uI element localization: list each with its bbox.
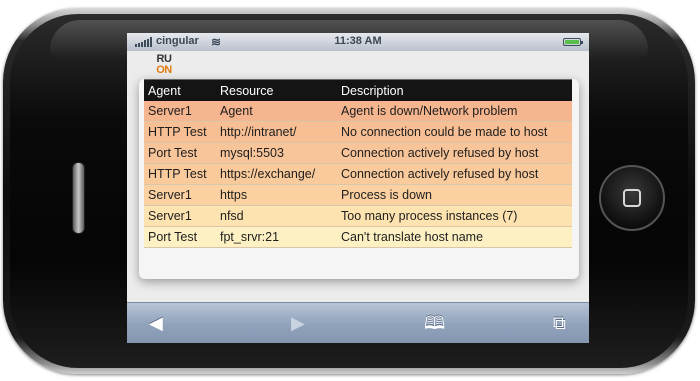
cell-description: Connection actively refused by host [337,142,572,164]
status-time: 11:38 AM [334,35,382,47]
column-header-resource[interactable]: Resource [216,79,337,101]
table-row[interactable]: Server1 Agent Agent is down/Network proble… [144,101,572,122]
alerts-panel: Agent Resource Description Server1 Agent A… [139,79,579,279]
home-square-icon [623,189,641,207]
cell-description: No connection could be made to host [337,121,572,143]
cell-agent: Server1 [144,101,216,122]
cell-resource: nfsd [216,205,337,227]
cell-description: Too many process instances (7) [337,205,572,227]
table-row[interactable]: HTTP Test http://intranet/No connection c… [144,121,572,143]
status-bar: cingular ≋ 11:38 AM [127,33,589,51]
table-row[interactable]: HTTP Test https://exchange/Connection act… [144,163,572,185]
cell-description: Process is down [337,184,572,206]
ruon-logo: RU ON [152,54,176,78]
home-button[interactable] [599,165,665,231]
cell-description: Connection actively refused by host [337,163,572,185]
column-header-agent[interactable]: Agent [144,79,216,101]
page-content: RU ON Agent Resource Description Server1… [127,51,589,302]
table-row[interactable]: Server1 nfsd Too many process instances (7… [144,205,572,227]
cell-agent: Port Test [144,142,216,164]
cell-description: Agent is down/Network problem [337,101,572,122]
back-arrow-icon[interactable]: ◀ [149,313,163,333]
cell-resource: mysql:5503 [216,142,337,164]
cell-agent: Server1 [144,184,216,206]
table-header-row: Agent Resource Description [144,79,572,101]
logo-line-2: ON [156,64,172,76]
table-row[interactable]: Port Test mysql:5503 Connection actively r… [144,142,572,164]
pages-icon[interactable]: ⧉ [553,313,566,333]
bookmarks-icon[interactable]: 🕮 [424,313,445,333]
cell-agent: Port Test [144,226,216,248]
column-header-description[interactable]: Description [337,79,572,101]
cell-resource: https [216,184,337,206]
earpiece-speaker [72,162,85,234]
table-row[interactable]: Server1 https Process is down [144,184,572,206]
cell-agent: HTTP Test [144,163,216,185]
table-row[interactable]: Port Test fpt_srvr:21 Can't translate host… [144,226,572,248]
cell-description: Can't translate host name [337,226,572,248]
battery-icon [563,38,583,46]
cell-resource: https://exchange/ [216,163,337,185]
cell-agent: HTTP Test [144,121,216,143]
browser-toolbar: ◀ ▶ 🕮 ⧉ [127,302,589,343]
cell-agent: Server1 [144,205,216,227]
cell-resource: Agent [216,101,337,122]
cell-resource: fpt_srvr:21 [216,226,337,248]
cell-resource: http://intranet/ [216,121,337,143]
forward-arrow-icon[interactable]: ▶ [291,313,305,333]
alerts-table: Agent Resource Description Server1 Agent A… [144,79,572,248]
phone-screen: cingular ≋ 11:38 AM RU ON Agent Resource… [127,33,589,343]
